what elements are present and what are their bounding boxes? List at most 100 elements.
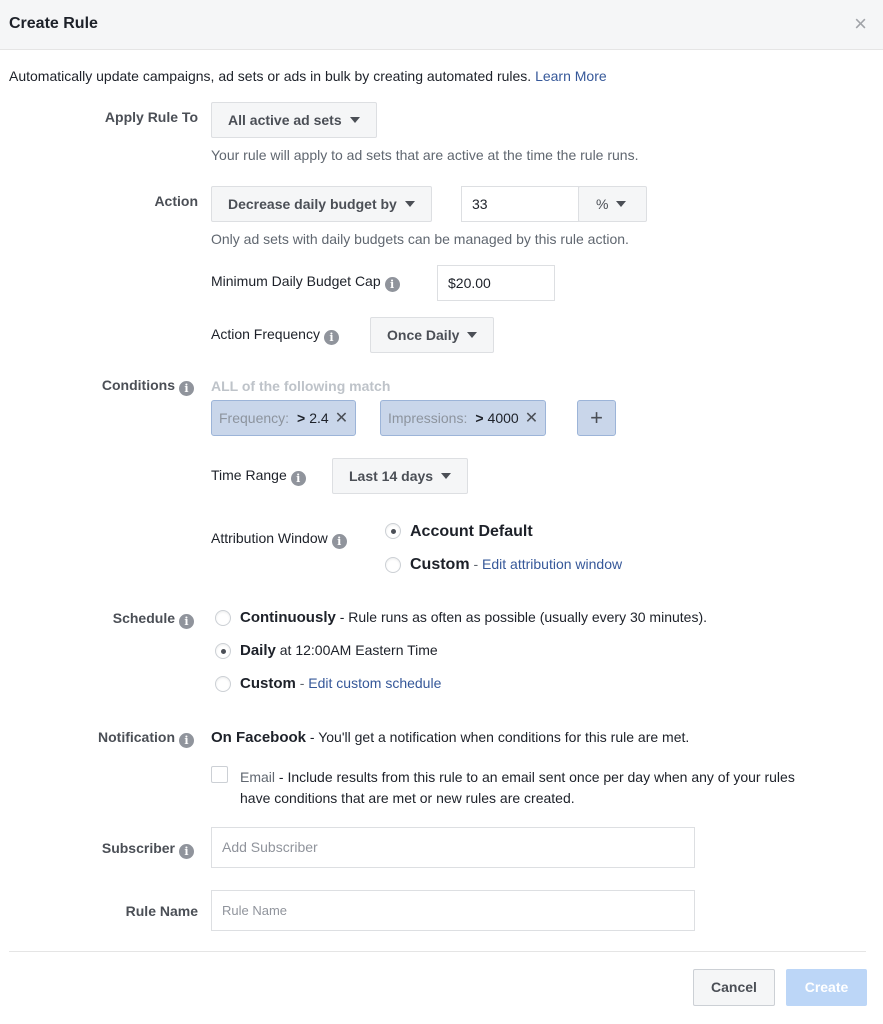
caret-down-icon bbox=[616, 201, 627, 207]
schedule-daily-desc: at 12:00AM Eastern Time bbox=[275, 642, 438, 658]
notification-facebook-title: On Facebook bbox=[211, 729, 307, 746]
schedule-daily-label[interactable]: Daily bbox=[240, 642, 276, 659]
attribution-account-default-radio[interactable] bbox=[385, 523, 401, 539]
separator: - bbox=[295, 675, 309, 691]
conditions-label-text: Conditions bbox=[101, 377, 175, 393]
dialog-title: Create Rule bbox=[9, 15, 98, 32]
notification-facebook: On Facebook - You'll get a notification … bbox=[211, 729, 689, 746]
remove-condition-icon[interactable]: ✕ bbox=[525, 410, 538, 427]
action-label: Action bbox=[154, 193, 198, 209]
info-icon[interactable]: i bbox=[290, 471, 306, 486]
create-button[interactable]: Create bbox=[786, 969, 867, 1006]
subscriber-input[interactable]: Add Subscriber bbox=[211, 827, 695, 868]
condition-chip-frequency[interactable]: Frequency: >2.4 ✕ bbox=[211, 400, 357, 436]
schedule-label: Schedule i bbox=[8, 610, 194, 629]
info-icon[interactable]: i bbox=[179, 844, 194, 859]
dialog-header: Create Rule × bbox=[0, 0, 883, 50]
min-budget-cap-label: Minimum Daily Budget Cap i bbox=[211, 273, 400, 292]
attribution-account-default-label[interactable]: Account Default bbox=[410, 523, 533, 541]
close-icon[interactable]: × bbox=[854, 13, 867, 35]
edit-custom-schedule-link[interactable]: Edit custom schedule bbox=[308, 675, 441, 691]
action-help: Only ad sets with daily budgets can be m… bbox=[211, 231, 629, 247]
plus-icon: + bbox=[590, 405, 603, 430]
email-label[interactable]: Email bbox=[240, 769, 275, 785]
rule-name-placeholder: Rule Name bbox=[222, 903, 288, 918]
time-range-text: Time Range bbox=[211, 467, 287, 483]
rule-name-input[interactable]: Rule Name bbox=[211, 890, 695, 931]
schedule-continuously-radio[interactable] bbox=[215, 610, 231, 626]
email-notification-checkbox[interactable] bbox=[211, 766, 228, 783]
intro-description: Automatically update campaigns, ad sets … bbox=[9, 68, 532, 84]
notification-label-text: Notification bbox=[98, 729, 175, 745]
min-budget-cap-text: Minimum Daily Budget Cap bbox=[211, 273, 381, 289]
action-frequency-text: Action Frequency bbox=[211, 326, 320, 342]
schedule-label-text: Schedule bbox=[112, 610, 175, 626]
caret-down-icon bbox=[404, 201, 415, 207]
attribution-window-text: Attribution Window bbox=[211, 530, 328, 546]
condition-metric: Frequency: bbox=[219, 410, 290, 426]
schedule-custom-label[interactable]: Custom bbox=[240, 675, 296, 692]
info-icon[interactable]: i bbox=[179, 614, 194, 629]
info-icon[interactable]: i bbox=[331, 534, 347, 549]
schedule-continuously-option: Continuously - Rule runs as often as pos… bbox=[240, 609, 707, 626]
condition-value: 2.4 bbox=[309, 410, 329, 426]
caret-down-icon bbox=[467, 332, 478, 338]
attribution-window-label: Attribution Window i bbox=[211, 530, 347, 549]
action-frequency-value: Once Daily bbox=[387, 327, 460, 343]
min-budget-cap-input[interactable]: $20.00 bbox=[437, 265, 555, 301]
caret-down-icon bbox=[441, 473, 452, 479]
schedule-continuously-label[interactable]: Continuously bbox=[240, 609, 336, 626]
action-unit-dropdown[interactable]: % bbox=[578, 186, 647, 222]
attribution-custom-radio[interactable] bbox=[385, 557, 401, 573]
schedule-continuously-desc: - Rule runs as often as possible (usuall… bbox=[335, 609, 707, 625]
info-icon[interactable]: i bbox=[179, 381, 194, 396]
action-unit-value: % bbox=[596, 196, 609, 212]
remove-condition-icon[interactable]: ✕ bbox=[335, 410, 348, 427]
time-range-value: Last 14 days bbox=[349, 468, 434, 484]
schedule-daily-radio[interactable] bbox=[215, 643, 231, 659]
condition-value: 4000 bbox=[487, 410, 519, 426]
separator: - bbox=[469, 556, 483, 572]
email-notification-option: Email - Include results from this rule t… bbox=[240, 767, 795, 809]
schedule-custom-radio[interactable] bbox=[215, 676, 231, 692]
time-range-dropdown[interactable]: Last 14 days bbox=[332, 458, 469, 494]
cancel-button[interactable]: Cancel bbox=[693, 969, 775, 1006]
learn-more-link[interactable]: Learn More bbox=[535, 68, 607, 84]
apply-rule-to-label: Apply Rule To bbox=[104, 109, 198, 125]
action-frequency-dropdown[interactable]: Once Daily bbox=[370, 317, 495, 353]
notification-facebook-desc: - You'll get a notification when conditi… bbox=[306, 729, 690, 745]
action-frequency-label: Action Frequency i bbox=[211, 326, 339, 345]
info-icon[interactable]: i bbox=[384, 277, 400, 292]
footer-divider bbox=[9, 951, 866, 952]
apply-rule-to-value: All active ad sets bbox=[228, 112, 342, 128]
add-condition-button[interactable]: + bbox=[577, 400, 616, 436]
condition-operator: > bbox=[297, 410, 306, 426]
action-value: Decrease daily budget by bbox=[228, 196, 397, 212]
attribution-custom-option: Custom - Edit attribution window bbox=[410, 556, 622, 574]
conditions-label: Conditions i bbox=[8, 377, 194, 396]
caret-down-icon bbox=[349, 117, 360, 123]
schedule-custom-option: Custom - Edit custom schedule bbox=[240, 675, 441, 692]
intro-text: Automatically update campaigns, ad sets … bbox=[9, 68, 607, 84]
conditions-match-text: ALL of the following match bbox=[211, 378, 391, 394]
email-desc-line1: - Include results from this rule to an e… bbox=[275, 769, 795, 785]
attribution-custom-label[interactable]: Custom bbox=[410, 556, 470, 573]
info-icon[interactable]: i bbox=[323, 330, 339, 345]
email-desc-line2: have conditions that are met or new rule… bbox=[240, 790, 575, 806]
info-icon[interactable]: i bbox=[179, 733, 194, 748]
subscriber-placeholder: Add Subscriber bbox=[222, 839, 318, 855]
apply-rule-to-dropdown[interactable]: All active ad sets bbox=[211, 102, 377, 138]
apply-rule-to-help: Your rule will apply to ad sets that are… bbox=[211, 147, 639, 163]
subscriber-label: Subscriber i bbox=[8, 840, 194, 859]
subscriber-label-text: Subscriber bbox=[101, 840, 175, 856]
time-range-label: Time Range i bbox=[211, 467, 306, 486]
schedule-daily-option: Daily at 12:00AM Eastern Time bbox=[240, 642, 438, 659]
action-dropdown[interactable]: Decrease daily budget by bbox=[211, 186, 432, 222]
condition-operator: > bbox=[475, 410, 484, 426]
condition-chip-impressions[interactable]: Impressions: >4000 ✕ bbox=[380, 400, 547, 436]
rule-name-label: Rule Name bbox=[125, 903, 198, 919]
edit-attribution-window-link[interactable]: Edit attribution window bbox=[482, 556, 622, 572]
condition-metric: Impressions: bbox=[388, 410, 468, 426]
action-amount-input[interactable]: 33 bbox=[461, 186, 579, 222]
notification-label: Notification i bbox=[8, 729, 194, 748]
